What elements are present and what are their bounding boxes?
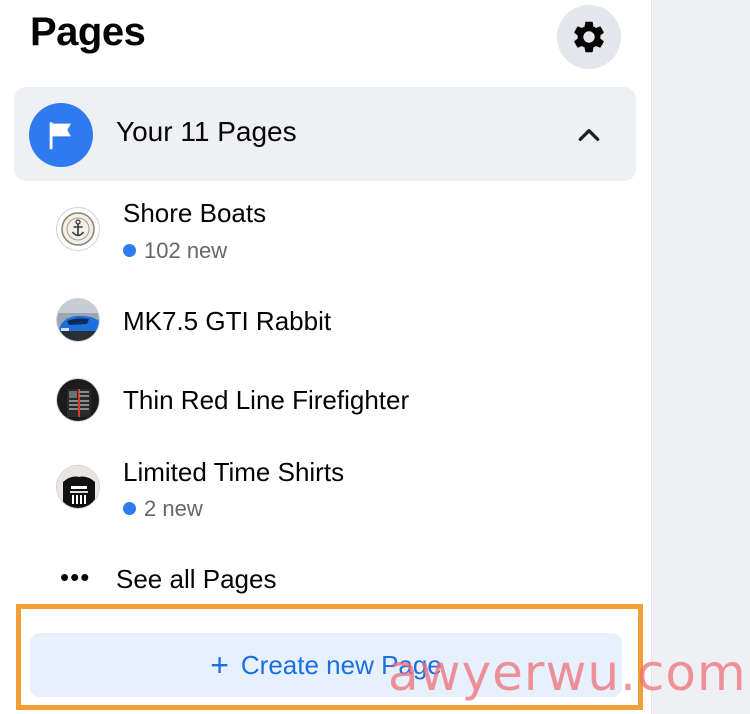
page-item-limited-time-shirts[interactable]: Limited Time Shirts 2 new bbox=[40, 451, 630, 531]
see-all-pages-link[interactable]: ••• See all Pages bbox=[40, 556, 600, 600]
notification-badge: 102 new bbox=[123, 238, 227, 264]
chevron-up-icon[interactable] bbox=[576, 122, 602, 148]
blue-car-avatar bbox=[56, 298, 100, 342]
black-shirt-avatar bbox=[56, 465, 100, 509]
page-name: MK7.5 GTI Rabbit bbox=[123, 306, 332, 336]
page-title: Pages bbox=[30, 10, 146, 54]
more-dots-icon: ••• bbox=[60, 562, 91, 592]
page-item-mk75-gti-rabbit[interactable]: MK7.5 GTI Rabbit bbox=[40, 280, 630, 360]
page-name: Thin Red Line Firefighter bbox=[123, 385, 410, 415]
unread-dot-icon bbox=[123, 502, 136, 515]
new-count: 2 new bbox=[144, 496, 203, 521]
page-item-shore-boats[interactable]: Shore Boats 102 new bbox=[40, 193, 630, 273]
anchor-logo-avatar bbox=[56, 207, 100, 251]
page-name: Shore Boats bbox=[123, 198, 267, 228]
your-pages-title: Your 11 Pages bbox=[116, 116, 297, 147]
settings-button[interactable] bbox=[557, 5, 621, 69]
notification-badge: 2 new bbox=[123, 496, 203, 522]
flag-icon bbox=[29, 103, 93, 167]
right-pane bbox=[651, 0, 750, 714]
page-item-thin-red-line-firefighter[interactable]: Thin Red Line Firefighter bbox=[40, 360, 630, 440]
new-count: 102 new bbox=[144, 238, 228, 263]
gear-icon bbox=[574, 21, 604, 53]
see-all-pages-label: See all Pages bbox=[116, 564, 277, 594]
pages-sidebar: Pages Your 11 Pages Shore Boats 102 new … bbox=[0, 0, 651, 714]
unread-dot-icon bbox=[123, 244, 136, 257]
flag-shirt-avatar bbox=[56, 378, 100, 422]
your-pages-header[interactable]: Your 11 Pages bbox=[14, 87, 636, 181]
page-name: Limited Time Shirts bbox=[123, 457, 345, 487]
watermark: awyerwu.com bbox=[388, 644, 747, 702]
